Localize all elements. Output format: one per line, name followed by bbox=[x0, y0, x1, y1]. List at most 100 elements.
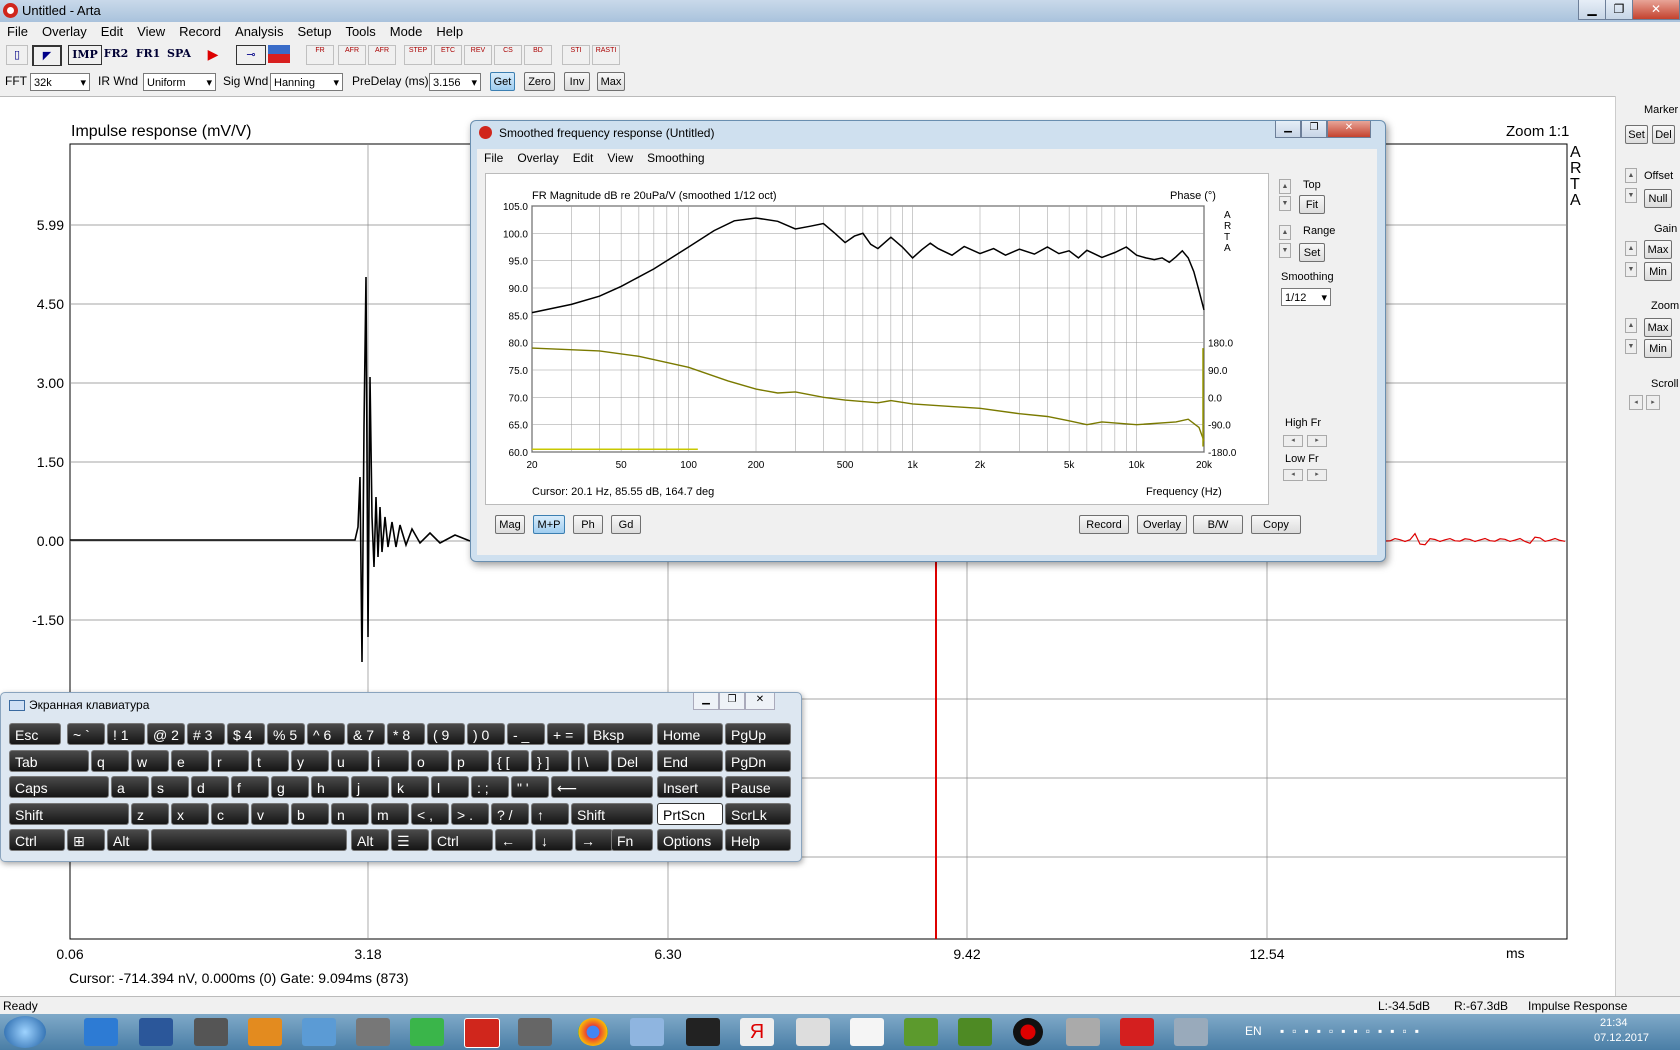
key-1-14[interactable]: Del bbox=[611, 749, 653, 772]
tool-6-icon[interactable]: CS bbox=[494, 45, 522, 65]
irwnd-select[interactable]: Uniform bbox=[143, 73, 216, 92]
tool-1-icon[interactable]: AFR bbox=[338, 45, 366, 65]
key-0-14[interactable]: Bksp bbox=[587, 723, 653, 745]
gain-up-arrow[interactable]: ▲ bbox=[1625, 241, 1637, 256]
inv-button[interactable]: Inv bbox=[564, 72, 590, 91]
key-1-0[interactable]: Tab bbox=[9, 749, 89, 772]
menu-item-0[interactable]: File bbox=[0, 22, 35, 42]
dialog-menu-item-3[interactable]: View bbox=[600, 149, 640, 167]
dialog-restore-icon[interactable]: ❐ bbox=[1301, 121, 1327, 138]
key-2-13[interactable]: Insert bbox=[657, 776, 723, 798]
key-2-2[interactable]: s bbox=[151, 776, 189, 798]
marker-set-button[interactable]: Set bbox=[1625, 125, 1648, 144]
gain-min-button[interactable]: Min bbox=[1644, 262, 1672, 281]
zero-button[interactable]: Zero bbox=[524, 72, 555, 91]
key-3-11[interactable]: ↑ bbox=[531, 802, 569, 825]
close-icon[interactable]: ✕ bbox=[1632, 0, 1680, 20]
play-icon[interactable]: ▶ bbox=[204, 45, 222, 63]
key-4-5[interactable]: ☰ bbox=[391, 829, 429, 851]
gd-button[interactable]: Gd bbox=[611, 515, 641, 534]
top-up-arrow[interactable]: ▲ bbox=[1279, 179, 1291, 194]
menu-item-8[interactable]: Mode bbox=[383, 22, 430, 42]
key-2-1[interactable]: a bbox=[111, 776, 149, 798]
tool-4-icon[interactable]: ETC bbox=[434, 45, 462, 65]
minecraft2-icon[interactable] bbox=[958, 1018, 992, 1046]
system-tray-icons[interactable]: ▪▫▪▪▫▪▪▫▪▪▫▪ bbox=[1280, 1024, 1570, 1040]
clock-time[interactable]: 21:34 bbox=[1600, 1017, 1628, 1029]
key-3-14[interactable]: ScrLk bbox=[725, 802, 791, 825]
key-2-8[interactable]: k bbox=[391, 776, 429, 798]
key-4-9[interactable]: → bbox=[575, 829, 613, 851]
key-1-8[interactable]: i bbox=[371, 749, 409, 772]
key-2-7[interactable]: j bbox=[351, 776, 389, 798]
oscilloscope-icon[interactable] bbox=[686, 1018, 720, 1046]
menu-item-7[interactable]: Tools bbox=[338, 22, 382, 42]
mag-button[interactable]: Mag bbox=[495, 515, 525, 534]
key-2-10[interactable]: : ; bbox=[471, 776, 509, 798]
zoom-up-arrow[interactable]: ▲ bbox=[1625, 318, 1637, 333]
key-0-3[interactable]: @ 2 bbox=[147, 723, 185, 745]
key-0-8[interactable]: & 7 bbox=[347, 723, 385, 745]
ph-button[interactable]: Ph bbox=[573, 515, 603, 534]
start-button-icon[interactable] bbox=[4, 1016, 46, 1048]
gain-down-arrow[interactable]: ▼ bbox=[1625, 262, 1637, 277]
settings-app-icon[interactable] bbox=[1174, 1018, 1208, 1046]
paint-icon[interactable] bbox=[248, 1018, 282, 1046]
key-3-5[interactable]: b bbox=[291, 802, 329, 825]
fft-select[interactable]: 32k bbox=[30, 73, 90, 92]
calculator-icon[interactable] bbox=[302, 1018, 336, 1046]
key-1-11[interactable]: { [ bbox=[491, 749, 529, 772]
tool-3-icon[interactable]: STEP bbox=[404, 45, 432, 65]
key-1-4[interactable]: r bbox=[211, 749, 249, 772]
smoothing-select[interactable]: 1/12 bbox=[1281, 288, 1331, 307]
record-button[interactable]: Record bbox=[1079, 515, 1129, 534]
sigwnd-select[interactable]: Hanning bbox=[270, 73, 343, 92]
record-app-icon[interactable] bbox=[1013, 1018, 1043, 1046]
key-0-16[interactable]: PgUp bbox=[725, 723, 791, 745]
menu-item-3[interactable]: View bbox=[130, 22, 172, 42]
dialog-minimize-icon[interactable]: ▁ bbox=[1275, 121, 1301, 138]
key-3-7[interactable]: m bbox=[371, 802, 409, 825]
key-1-5[interactable]: t bbox=[251, 749, 289, 772]
notepad-icon[interactable] bbox=[850, 1018, 884, 1046]
key-4-7[interactable]: ← bbox=[495, 829, 533, 851]
tool-8-icon[interactable]: STI bbox=[562, 45, 590, 65]
imp-button[interactable]: IMP bbox=[68, 45, 102, 65]
keyboard-taskbar-icon[interactable] bbox=[630, 1018, 664, 1046]
yandex-icon[interactable]: Я bbox=[740, 1018, 774, 1046]
key-4-0[interactable]: Ctrl bbox=[9, 829, 65, 851]
range-up-arrow[interactable]: ▲ bbox=[1279, 225, 1291, 240]
word-icon[interactable] bbox=[139, 1018, 173, 1046]
key-0-10[interactable]: ( 9 bbox=[427, 723, 465, 745]
range-down-arrow[interactable]: ▼ bbox=[1279, 243, 1291, 258]
restore-icon[interactable]: ❐ bbox=[1605, 0, 1633, 20]
key-0-11[interactable]: ) 0 bbox=[467, 723, 505, 745]
keyboard-restore-icon[interactable]: ❐ bbox=[719, 693, 745, 710]
dialog-menu-item-4[interactable]: Smoothing bbox=[640, 149, 711, 167]
tool-0-icon[interactable]: FR bbox=[306, 45, 334, 65]
fr2-button[interactable]: FR2 bbox=[102, 45, 130, 63]
high-fr-right-arrow[interactable]: ▸ bbox=[1307, 435, 1327, 447]
key-4-4[interactable]: Alt bbox=[351, 829, 389, 851]
zoom-max-button[interactable]: Max bbox=[1644, 318, 1672, 337]
key-4-8[interactable]: ↓ bbox=[535, 829, 573, 851]
new-file-icon[interactable]: ▯ bbox=[6, 45, 28, 65]
key-0-5[interactable]: $ 4 bbox=[227, 723, 265, 745]
key-0-4[interactable]: # 3 bbox=[187, 723, 225, 745]
dialog-menu-item-1[interactable]: Overlay bbox=[510, 149, 565, 167]
overlay-button[interactable]: Overlay bbox=[1137, 515, 1187, 534]
key-4-10[interactable]: Fn bbox=[611, 829, 653, 851]
key-0-2[interactable]: ! 1 bbox=[107, 723, 145, 745]
key-1-2[interactable]: w bbox=[131, 749, 169, 772]
key-3-8[interactable]: < , bbox=[411, 802, 449, 825]
key-3-1[interactable]: z bbox=[131, 802, 169, 825]
anydesk-icon[interactable] bbox=[1120, 1018, 1154, 1046]
tool-9-icon[interactable]: RASTI bbox=[592, 45, 620, 65]
get-button[interactable]: Get bbox=[490, 72, 515, 91]
key-0-1[interactable]: ~ ` bbox=[67, 723, 105, 745]
key-2-6[interactable]: h bbox=[311, 776, 349, 798]
key-4-6[interactable]: Ctrl bbox=[431, 829, 493, 851]
key-3-6[interactable]: n bbox=[331, 802, 369, 825]
key-4-11[interactable]: Options bbox=[657, 829, 723, 851]
fox-icon[interactable] bbox=[356, 1018, 390, 1046]
